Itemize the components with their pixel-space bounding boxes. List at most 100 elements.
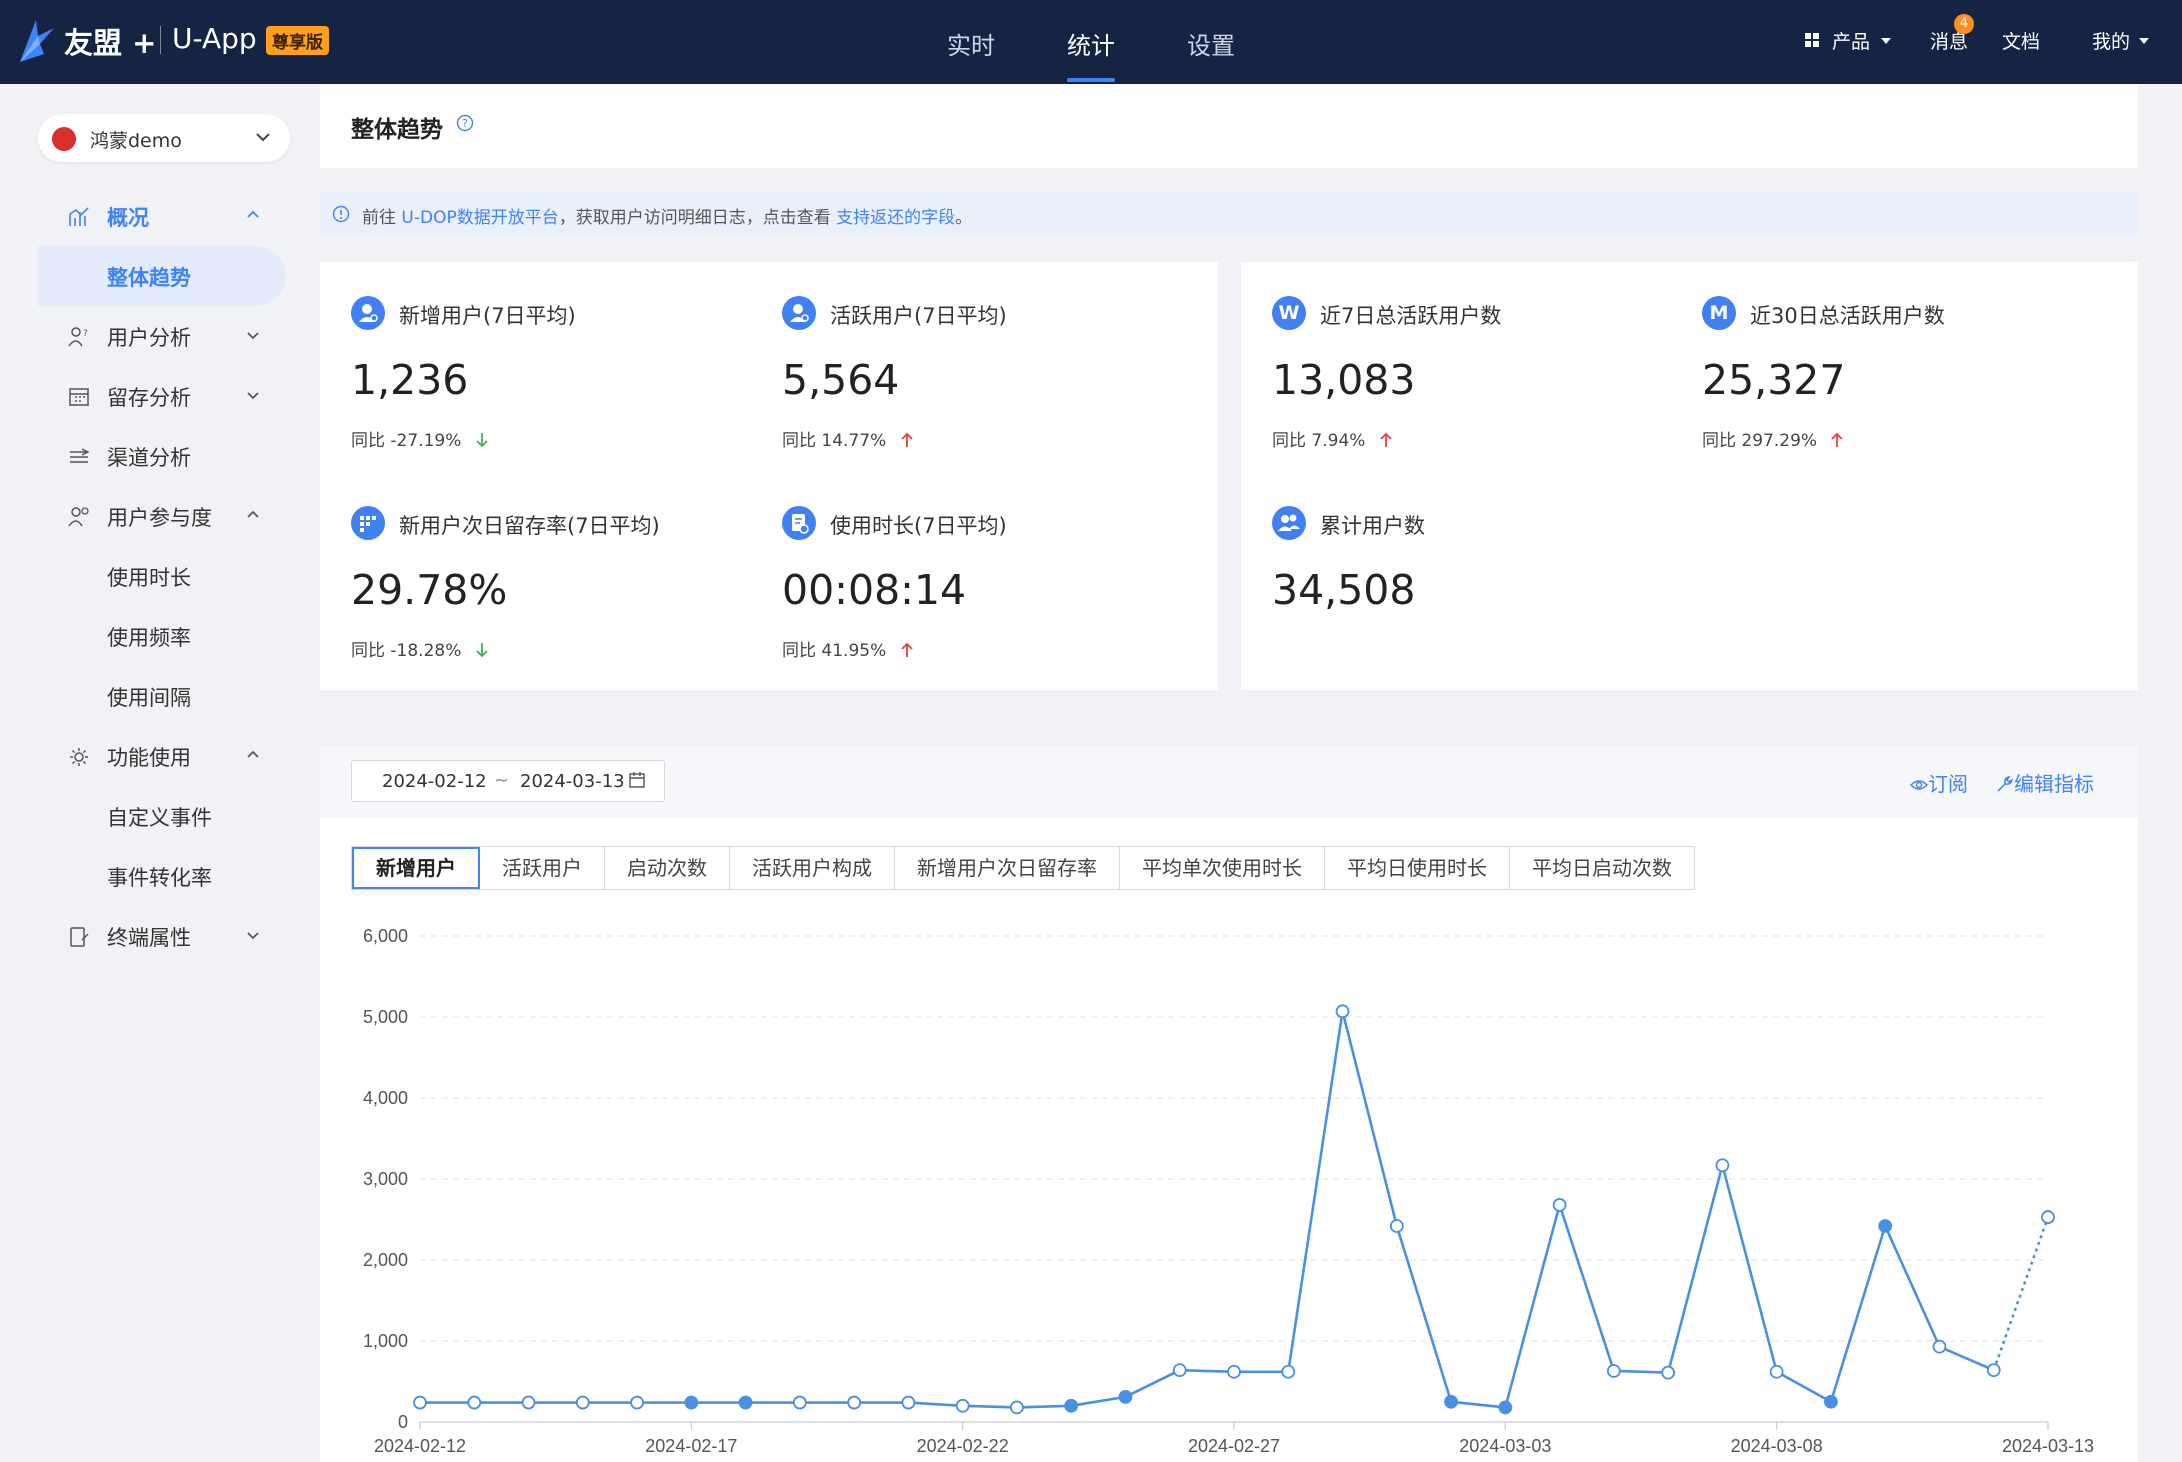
new-user-icon [351, 296, 385, 330]
yoy-value: 14.77% [821, 431, 887, 451]
tab-launch-count[interactable]: 启动次数 [605, 847, 730, 889]
series-line [420, 1011, 1995, 1409]
menu-engagement[interactable]: 用户参与度 [38, 486, 286, 546]
app-selector[interactable]: 鸿蒙demo [38, 114, 290, 162]
stat-yoy: 同比 41.95% [782, 636, 914, 661]
stat-label: 新增用户(7日平均) [399, 304, 576, 328]
notice-text: 前往 U-DOP数据开放平台，获取用户访问明细日志，点击查看 支持返还的字段。 [362, 203, 972, 228]
x-tick-label: 2024-03-03 [1459, 1436, 1551, 1456]
menu-user-analysis[interactable]: ? 用户分析 [38, 306, 286, 366]
arrow-up-icon [901, 642, 913, 657]
tab-avg-daily-launches[interactable]: 平均日启动次数 [1510, 847, 1694, 889]
stat-yoy: 同比 -27.19% [351, 426, 489, 451]
help-question-icon[interactable]: ? [456, 114, 474, 132]
data-point [1064, 1398, 1079, 1413]
menu-device-attributes-label: 终端属性 [107, 926, 191, 950]
products-menu[interactable]: 产品 [1832, 27, 1870, 54]
edit-metrics-button[interactable]: 编辑指标 [1996, 768, 2094, 797]
x-tick-label: 2024-03-13 [2002, 1436, 2094, 1456]
date-range-picker[interactable]: 2024-02-12 ~ 2024-03-13 [351, 760, 665, 802]
stat-label: 近30日总活跃用户数 [1750, 304, 1945, 328]
yoy-label: 同比 [782, 641, 816, 661]
tab-avg-session-duration[interactable]: 平均单次使用时长 [1120, 847, 1325, 889]
my-account-menu[interactable]: 我的 [2092, 27, 2130, 54]
overview-chart-icon [69, 207, 89, 226]
data-point [1932, 1339, 1947, 1354]
stat-label: 近7日总活跃用户数 [1320, 304, 1502, 328]
menu-usage-interval[interactable]: 使用间隔 [38, 666, 286, 726]
app-product-name[interactable]: U-App [172, 22, 257, 55]
data-point [901, 1395, 916, 1410]
stat-value: 34,508 [1272, 566, 1416, 614]
date-separator: ~ [494, 770, 510, 791]
yoy-value: -18.28% [390, 641, 462, 661]
stat-value: 00:08:14 [782, 566, 967, 614]
arrow-up-icon [901, 432, 913, 447]
y-tick-label: 6,000 [363, 926, 408, 946]
x-tick-label: 2024-03-08 [1731, 1436, 1823, 1456]
stat-value: 5,564 [782, 356, 900, 404]
chevron-down-icon [247, 932, 259, 940]
menu-overview-label: 概况 [107, 206, 149, 230]
menu-usage-duration[interactable]: 使用时长 [38, 546, 286, 606]
yoy-label: 同比 [351, 431, 385, 451]
edition-badge: 尊享版 [266, 26, 329, 55]
yoy-label: 同比 [1702, 431, 1736, 451]
menu-overall-trend-label: 整体趋势 [107, 266, 191, 290]
menu-overall-trend[interactable]: 整体趋势 [38, 246, 286, 306]
stats-card-right: W 近7日总活跃用户数 13,083 同比 7.94% M 近30日总活跃用户数… [1241, 262, 2138, 690]
data-point [684, 1395, 699, 1410]
yoy-label: 同比 [1272, 431, 1306, 451]
data-point [1498, 1400, 1513, 1415]
menu-user-analysis-label: 用户分析 [107, 326, 191, 350]
nav-settings[interactable]: 设置 [1187, 26, 1235, 61]
menu-event-conversion[interactable]: 事件转化率 [38, 846, 286, 906]
stat-7day-active: W 近7日总活跃用户数 13,083 同比 7.94% [1272, 262, 1672, 451]
svg-text:?: ? [462, 117, 468, 130]
nav-active-indicator [1067, 78, 1115, 82]
chart-toolbar: 2024-02-12 ~ 2024-03-13 订阅 编辑指标 [320, 746, 2138, 818]
stat-value: 29.78% [351, 566, 508, 614]
udop-platform-link[interactable]: U-DOP数据开放平台 [401, 208, 558, 228]
arrow-down-icon [476, 433, 488, 448]
tab-avg-daily-duration[interactable]: 平均日使用时长 [1325, 847, 1510, 889]
menu-channel[interactable]: 渠道分析 [38, 426, 286, 486]
tab-new-users[interactable]: 新增用户 [352, 847, 480, 889]
menu-feature-usage[interactable]: 功能使用 [38, 726, 286, 786]
x-tick-label: 2024-02-17 [645, 1436, 737, 1456]
trend-chart-card: 2024-02-12 ~ 2024-03-13 订阅 编辑指标 新增用户 活跃用… [320, 746, 2138, 1462]
stat-active-users: 活跃用户(7日平均) 5,564 同比 14.77% [782, 262, 1182, 451]
svg-text:?: ? [83, 329, 88, 339]
stat-yoy: 同比 7.94% [1272, 426, 1393, 451]
menu-feature-usage-label: 功能使用 [107, 746, 191, 770]
data-point [1389, 1219, 1404, 1233]
umeng-logo-icon[interactable] [14, 14, 58, 66]
nav-realtime[interactable]: 实时 [947, 26, 995, 61]
brand-name[interactable]: 友盟 + [64, 20, 156, 62]
notice-suffix: 。 [955, 208, 973, 228]
tab-active-users[interactable]: 活跃用户 [480, 847, 605, 889]
x-tick-label: 2024-02-12 [374, 1436, 466, 1456]
chevron-up-icon [247, 510, 259, 518]
stat-label: 累计用户数 [1320, 514, 1425, 538]
nav-statistics[interactable]: 统计 [1067, 26, 1115, 61]
tab-active-composition[interactable]: 活跃用户构成 [730, 847, 895, 889]
stat-next-day-retention: 新用户次日留存率(7日平均) 29.78% 同比 -18.28% [351, 472, 751, 661]
users-group-icon [1272, 506, 1306, 540]
data-point [1227, 1364, 1241, 1379]
menu-custom-events[interactable]: 自定义事件 [38, 786, 286, 846]
subscribe-label: 订阅 [1928, 772, 1968, 796]
stat-label: 新用户次日留存率(7日平均) [399, 514, 660, 538]
info-icon [332, 205, 350, 223]
supported-fields-link[interactable]: 支持返还的字段 [836, 208, 955, 228]
caret-down-icon [2139, 38, 2149, 44]
menu-device-attributes[interactable]: 终端属性 [38, 906, 286, 966]
menu-usage-frequency[interactable]: 使用频率 [38, 606, 286, 666]
calendar-icon [629, 772, 645, 788]
brand-divider [160, 26, 161, 54]
menu-overview[interactable]: 概况 [38, 186, 286, 246]
subscribe-button[interactable]: 订阅 [1910, 768, 1968, 797]
tab-next-day-retention[interactable]: 新增用户次日留存率 [895, 847, 1120, 889]
menu-retention[interactable]: 留存分析 [38, 366, 286, 426]
docs-link[interactable]: 文档 [2002, 27, 2040, 54]
